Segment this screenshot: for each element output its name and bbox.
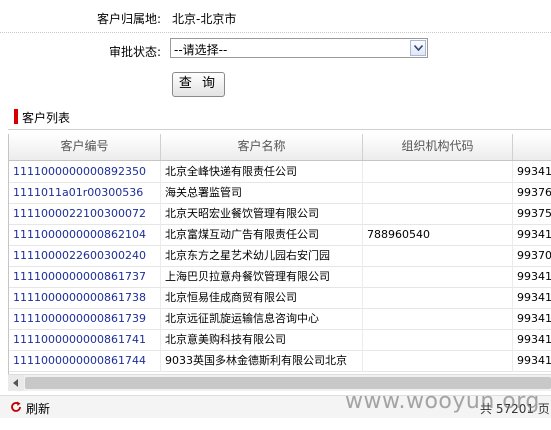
- cell-org-code: [363, 287, 513, 308]
- cell-org-code: [363, 182, 513, 203]
- table-row[interactable]: 1111000000000861737 上海巴贝拉意舟餐饮管理有限公司 99341: [9, 266, 551, 288]
- cell-customer-name: 北京天昭宏业餐饮管理有限公司: [161, 203, 363, 224]
- table-row[interactable]: 1111011a01r00300536 海关总署监管司 99376: [9, 182, 551, 204]
- cell-column-4: 99341: [513, 308, 551, 329]
- status-select[interactable]: --请选择--: [170, 38, 428, 58]
- cell-customer-name: 北京富煤互动广告有限责任公司: [161, 224, 363, 245]
- cell-customer-name: 上海巴贝拉意舟餐饮管理有限公司: [161, 266, 363, 287]
- region-value[interactable]: 北京-北京市: [172, 10, 236, 27]
- refresh-icon[interactable]: [10, 401, 22, 416]
- cell-org-code: [363, 329, 513, 350]
- cell-column-4: 99375: [513, 203, 551, 224]
- cell-org-code: 788960540: [363, 224, 513, 245]
- cell-column-4: 99376: [513, 182, 551, 203]
- table-row[interactable]: 1111000000000861738 北京恒易佳成商贸有限公司 99341: [9, 287, 551, 309]
- cell-customer-id[interactable]: 1111000000000861738: [9, 287, 161, 308]
- table-row[interactable]: 1111000000000892350北京全峰快递有限责任公司 993416: [9, 161, 551, 183]
- refresh-button[interactable]: 刷新: [26, 400, 50, 417]
- query-button[interactable]: 查 询: [172, 72, 225, 97]
- table-row[interactable]: 1111000000000861744 9033英国多林金德斯利有限公司北京 993…: [9, 350, 551, 372]
- cell-column-4: 99370: [513, 245, 551, 266]
- cell-org-code: [363, 161, 513, 182]
- cell-customer-id[interactable]: 1111000000000861739: [9, 308, 161, 329]
- table-row[interactable]: 1111000022100300072 北京天昭宏业餐饮管理有限公司 99375: [9, 203, 551, 225]
- cell-customer-name: 9033英国多林金德斯利有限公司北京: [161, 350, 363, 371]
- cell-column-4: 99341: [513, 350, 551, 371]
- cell-customer-id[interactable]: 1111000000000861744: [9, 350, 161, 371]
- table-header: 客户编号 客户名称 组织机构代码: [9, 134, 551, 161]
- section-title: 客户列表: [22, 111, 71, 125]
- section-divider: [8, 129, 551, 130]
- watermark: www.wooyun.org: [345, 389, 540, 414]
- cell-customer-name: 北京全峰快递有限责任公司: [161, 161, 363, 182]
- cell-org-code: [363, 203, 513, 224]
- cell-column-4: 99341: [513, 329, 551, 350]
- cell-customer-name: 北京恒易佳成商贸有限公司: [161, 287, 363, 308]
- cell-org-code: [363, 266, 513, 287]
- cell-column-4: 993416: [513, 161, 551, 182]
- customer-table: 客户编号 客户名称 组织机构代码 1111000000000892350 北京全峰…: [8, 134, 551, 374]
- header-customer-id[interactable]: 客户编号: [9, 134, 161, 160]
- chevron-down-icon[interactable]: [410, 40, 426, 56]
- cell-customer-name: 北京意美购科技有限公司: [161, 329, 363, 350]
- cell-customer-id[interactable]: 1111000000000861741: [9, 329, 161, 350]
- header-org-code[interactable]: 组织机构代码: [363, 134, 513, 160]
- cell-column-4: 99341: [513, 287, 551, 308]
- status-label: 审批状态:: [108, 45, 161, 59]
- region-row: 客户归属地: 北京-北京市: [0, 2, 551, 33]
- table-row[interactable]: 1111000000000861739 北京远征凯旋运输信息咨询中心 99341: [9, 308, 551, 330]
- status-select-value: --请选择--: [174, 43, 228, 57]
- cell-customer-name: 北京东方之星艺术幼儿园右安门园: [161, 245, 363, 266]
- table-row[interactable]: 1111000000000861741 北京意美购科技有限公司 99341: [9, 329, 551, 351]
- cell-customer-id[interactable]: 1111000000000892350: [9, 161, 161, 182]
- cell-org-code: [363, 350, 513, 371]
- cell-customer-id[interactable]: 1111000022100300072: [9, 203, 161, 224]
- cell-column-4: 99341: [513, 224, 551, 245]
- cell-org-code: [363, 308, 513, 329]
- cell-customer-id[interactable]: 1111000022600300240: [9, 245, 161, 266]
- table-row[interactable]: 1111000000000862104 北京富煤互动广告有限责任公司 7889605…: [9, 224, 551, 246]
- header-column-4[interactable]: [513, 134, 551, 160]
- region-label: 客户归属地:: [96, 12, 161, 26]
- scroll-left-icon[interactable]: [8, 375, 24, 391]
- cell-column-4: 99341: [513, 266, 551, 287]
- cell-customer-id[interactable]: 1111000000000861737: [9, 266, 161, 287]
- cell-customer-name: 北京远征凯旋运输信息咨询中心: [161, 308, 363, 329]
- cell-customer-id[interactable]: 1111011a01r00300536: [9, 182, 161, 203]
- table-row[interactable]: 1111000022600300240 北京东方之星艺术幼儿园右安门园 99370: [9, 245, 551, 267]
- cell-customer-id[interactable]: 1111000000000862104: [9, 224, 161, 245]
- cell-customer-name: 海关总署监管司: [161, 182, 363, 203]
- section-marker: [14, 109, 18, 124]
- status-row: 审批状态: --请选择--: [0, 35, 551, 65]
- header-customer-name[interactable]: 客户名称: [161, 134, 363, 160]
- scrollbar-thumb[interactable]: [25, 377, 551, 389]
- cell-org-code: [363, 245, 513, 266]
